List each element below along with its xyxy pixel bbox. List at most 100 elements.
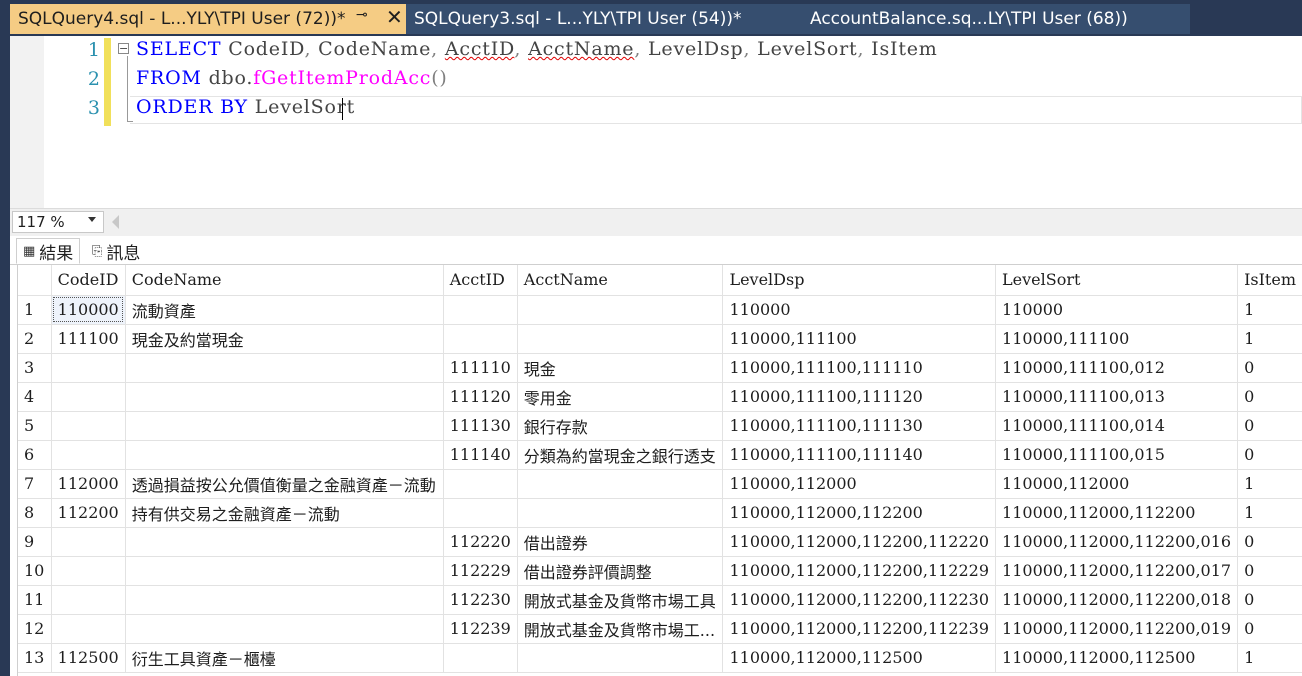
chevron-down-icon[interactable] — [88, 217, 96, 222]
grid-cell[interactable]: 110000,111100 — [722, 324, 997, 354]
table-row[interactable]: 9 112220 借出證券 110000,112000,112200,112220 11… — [18, 527, 1302, 557]
grid-cell[interactable]: 110000,112000,112500 — [995, 643, 1239, 673]
grid-cell[interactable] — [51, 353, 126, 383]
table-row[interactable]: 6 111140 分類為約當現金之銀行透支 110000,111100,111140 1… — [18, 440, 1302, 470]
grid-cell[interactable]: 0 — [1237, 614, 1302, 644]
grid-cell[interactable] — [51, 527, 126, 557]
grid-cell[interactable] — [51, 411, 126, 441]
grid-cell[interactable]: 分類為約當現金之銀行透支 — [517, 440, 724, 470]
grid-cell[interactable]: 0 — [1237, 411, 1302, 441]
grid-cell[interactable]: 透過損益按公允價值衡量之金融資產－流動 — [125, 469, 444, 499]
grid-cell[interactable]: 借出證券評價調整 — [517, 556, 724, 586]
column-header[interactable]: AcctID — [443, 265, 518, 296]
grid-cell[interactable] — [125, 556, 444, 586]
grid-cell[interactable] — [443, 498, 518, 528]
collapse-icon[interactable]: − — [118, 43, 129, 54]
grid-cell[interactable] — [443, 324, 518, 354]
grid-cell[interactable]: 開放式基金及貨幣市場工... — [517, 614, 724, 644]
grid-cell[interactable]: 0 — [1237, 440, 1302, 470]
grid-cell[interactable]: 110000,112000,112200,112230 — [722, 585, 997, 615]
grid-cell[interactable]: 110000,111100,111110 — [722, 353, 997, 383]
table-row[interactable]: 11 112230 開放式基金及貨幣市場工具 110000,112000,112200… — [18, 585, 1302, 615]
grid-cell[interactable]: 110000,112000,112200,017 — [995, 556, 1239, 586]
row-number-cell[interactable]: 6 — [18, 440, 52, 470]
grid-cell[interactable]: 110000,111100,111120 — [722, 382, 997, 412]
grid-cell[interactable] — [443, 295, 518, 325]
grid-cell[interactable]: 110000,111100,111130 — [722, 411, 997, 441]
grid-cell[interactable]: 零用金 — [517, 382, 724, 412]
grid-cell[interactable]: 110000,111100,111140 — [722, 440, 997, 470]
grid-cell[interactable] — [517, 469, 724, 499]
grid-cell[interactable]: 借出證券 — [517, 527, 724, 557]
grid-cell[interactable]: 1 — [1237, 295, 1302, 325]
grid-cell[interactable]: 110000,112000 — [722, 469, 997, 499]
column-header[interactable]: LevelDsp — [722, 265, 997, 296]
column-header[interactable]: LevelSort — [995, 265, 1239, 296]
grid-cell[interactable] — [517, 295, 724, 325]
column-header[interactable]: CodeID — [51, 265, 126, 296]
grid-cell[interactable]: 110000,112000,112200,112220 — [722, 527, 997, 557]
grid-cell[interactable] — [517, 498, 724, 528]
grid-cell[interactable]: 112200 — [51, 498, 126, 528]
grid-cell[interactable]: 110000 — [995, 295, 1239, 325]
row-number-cell[interactable]: 12 — [18, 614, 52, 644]
row-number-cell[interactable]: 3 — [18, 353, 52, 383]
grid-cell[interactable] — [51, 585, 126, 615]
grid-cell[interactable]: 流動資產 — [125, 295, 444, 325]
grid-cell[interactable]: 110000,112000,112200,112239 — [722, 614, 997, 644]
grid-cell[interactable] — [51, 556, 126, 586]
grid-cell[interactable]: 0 — [1237, 556, 1302, 586]
row-number-cell[interactable]: 11 — [18, 585, 52, 615]
grid-cell[interactable]: 112229 — [443, 556, 518, 586]
pin-icon[interactable]: ⊸ — [356, 7, 368, 23]
row-number-header[interactable] — [18, 265, 52, 296]
grid-cell[interactable]: 110000,112000,112200 — [995, 498, 1239, 528]
grid-cell[interactable]: 110000,112000,112200,019 — [995, 614, 1239, 644]
table-row[interactable]: 2 111100 現金及約當現金 110000,111100 110000,111100… — [18, 324, 1302, 354]
grid-cell[interactable]: 0 — [1237, 353, 1302, 383]
grid-cell[interactable]: 110000,111100,015 — [995, 440, 1239, 470]
table-row[interactable]: 3 111110 現金 110000,111100,111110 110000,1111… — [18, 353, 1302, 383]
table-row[interactable]: 8 112200 持有供交易之金融資產－流動 110000,112000,112200… — [18, 498, 1302, 528]
grid-cell[interactable]: 111100 — [51, 324, 126, 354]
tab-results[interactable]: ▦ 結果 — [16, 238, 81, 264]
grid-cell[interactable] — [125, 614, 444, 644]
row-number-cell[interactable]: 10 — [18, 556, 52, 586]
grid-cell[interactable]: 110000,112000,112200 — [722, 498, 997, 528]
tab-accountbalance[interactable]: AccountBalance.sq...LY\TPI User (68)) — [796, 4, 1190, 34]
table-row[interactable]: 10 112229 借出證券評價調整 110000,112000,112200,112… — [18, 556, 1302, 586]
grid-cell[interactable]: 現金 — [517, 353, 724, 383]
column-header[interactable]: IsItem — [1237, 265, 1302, 296]
grid-cell[interactable]: 現金及約當現金 — [125, 324, 444, 354]
code-line-2[interactable]: FROM dbo.fGetItemProdAcc() — [136, 67, 448, 89]
table-row[interactable]: 1 110000 流動資產 110000 110000 1 — [18, 295, 1302, 325]
grid-cell[interactable] — [125, 440, 444, 470]
grid-cell[interactable]: 110000,111100 — [995, 324, 1239, 354]
table-row[interactable]: 12 112239 開放式基金及貨幣市場工... 110000,112000,1122… — [18, 614, 1302, 644]
code-line-1[interactable]: SELECT CodeID, CodeName, AcctID, AcctNam… — [136, 38, 938, 60]
table-row[interactable]: 5 111130 銀行存款 110000,111100,111130 110000,11… — [18, 411, 1302, 441]
grid-cell[interactable]: 110000,112000,112200,112229 — [722, 556, 997, 586]
grid-cell[interactable]: 1 — [1237, 469, 1302, 499]
grid-cell[interactable]: 110000,112000,112500 — [722, 643, 997, 673]
table-row[interactable]: 7 112000 透過損益按公允價值衡量之金融資產－流動 110000,112000 1… — [18, 469, 1302, 499]
tab-sqlquery3[interactable]: SQLQuery3.sql - L...YLY\TPI User (54))* — [406, 4, 796, 34]
column-header[interactable]: AcctName — [517, 265, 724, 296]
grid-cell[interactable] — [51, 614, 126, 644]
grid-cell[interactable]: 衍生工具資產－櫃檯 — [125, 643, 444, 673]
grid-cell[interactable] — [443, 643, 518, 673]
grid-cell[interactable] — [51, 440, 126, 470]
grid-cell[interactable]: 112239 — [443, 614, 518, 644]
grid-cell[interactable]: 持有供交易之金融資產－流動 — [125, 498, 444, 528]
grid-cell[interactable] — [125, 411, 444, 441]
grid-cell[interactable]: 1 — [1237, 324, 1302, 354]
grid-cell[interactable]: 110000,112000 — [995, 469, 1239, 499]
grid-cell[interactable] — [125, 353, 444, 383]
grid-cell[interactable]: 銀行存款 — [517, 411, 724, 441]
grid-cell[interactable]: 111120 — [443, 382, 518, 412]
grid-cell[interactable] — [125, 585, 444, 615]
grid-cell[interactable] — [125, 382, 444, 412]
tab-sqlquery4[interactable]: SQLQuery4.sql - L...YLY\TPI User (72))* … — [10, 4, 406, 34]
grid-cell[interactable]: 112230 — [443, 585, 518, 615]
zoom-dropdown[interactable]: 117 % — [12, 211, 104, 233]
